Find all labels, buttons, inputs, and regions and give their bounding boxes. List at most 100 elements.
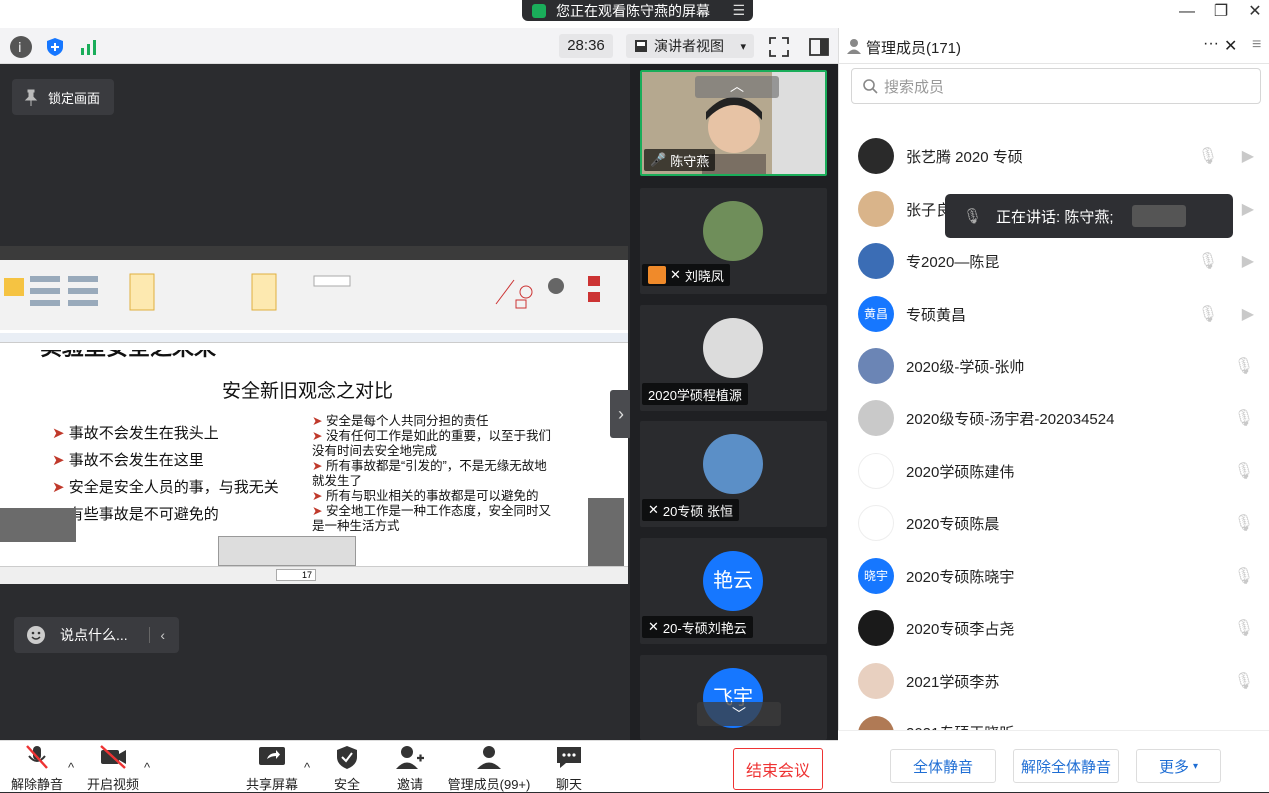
manage-members-label: 管理成员(99+) xyxy=(447,777,531,792)
emoji-icon[interactable] xyxy=(26,625,46,645)
member-avatar xyxy=(858,716,894,730)
scroll-down-icon[interactable]: ﹀ xyxy=(697,702,781,726)
mic-off-icon[interactable]: 🎙 xyxy=(1234,461,1254,481)
search-placeholder: 搜索成员 xyxy=(884,78,945,96)
signal-icon[interactable] xyxy=(78,36,100,58)
camera-off-icon[interactable]: ▶ xyxy=(1242,146,1254,166)
chat-input-pill[interactable]: 说点什么... ‹ xyxy=(14,617,179,653)
unmute-all-button[interactable]: 解除全体静音 xyxy=(1013,749,1119,783)
person-icon xyxy=(847,39,861,54)
search-icon xyxy=(863,79,878,94)
member-row[interactable]: 专2020—陈昆 🎙 ▶ xyxy=(858,241,1258,281)
member-row[interactable]: 2021专硕王晓昕 xyxy=(858,716,1258,730)
window-close-button[interactable]: ✕ xyxy=(1240,2,1269,22)
info-icon[interactable]: i xyxy=(10,36,32,58)
member-row[interactable]: 张艺腾 2020 专硕 🎙 ▶ xyxy=(858,136,1258,176)
lock-screen-button[interactable]: 锁定画面 xyxy=(12,79,114,115)
more-label: 更多 xyxy=(1158,758,1189,776)
security-button[interactable]: 安全 xyxy=(330,744,364,793)
menu-icon[interactable]: ☰ xyxy=(732,2,745,19)
end-meeting-button[interactable]: 结束会议 xyxy=(733,748,823,790)
more-icon[interactable]: ··· xyxy=(1203,35,1219,53)
mic-on-icon: 🎤 xyxy=(650,152,667,167)
member-row[interactable]: 2020级专硕-汤宇君-202034524 🎙 xyxy=(858,398,1258,438)
member-avatar xyxy=(858,453,894,489)
mic-off-icon: ✕ xyxy=(648,502,659,517)
camera-off-icon[interactable]: ▶ xyxy=(1242,199,1254,219)
fullscreen-icon[interactable] xyxy=(768,36,790,58)
mic-off-icon: 🎙 xyxy=(963,208,983,225)
member-name: 2021专硕王晓昕 xyxy=(906,722,1014,730)
mute-all-button[interactable]: 全体静音 xyxy=(890,749,996,783)
mic-off-icon: ✕ xyxy=(648,619,659,634)
member-row[interactable]: 2020专硕李占尧 🎙 xyxy=(858,608,1258,648)
chat-button[interactable]: 聊天 xyxy=(552,744,586,793)
panel-menu-icon[interactable]: ≡ xyxy=(1252,36,1261,54)
members-panel-header: 管理成员(171) ··· ✕ ≡ xyxy=(838,28,1269,64)
more-button[interactable]: 更多 ▾ xyxy=(1136,749,1221,783)
expand-panel-button[interactable]: › xyxy=(610,390,632,438)
restore-button[interactable]: ❐ xyxy=(1206,2,1236,22)
start-video-button[interactable]: 开启视频 xyxy=(84,744,142,793)
right-bullet: ➤ 安全是每个人共同分担的责任 xyxy=(312,414,489,428)
mic-off-icon[interactable]: 🎙 xyxy=(1234,618,1254,638)
member-row[interactable]: 黄昌 专硕黄昌 🎙 ▶ xyxy=(858,294,1258,334)
member-row[interactable]: 2020专硕陈晨 🎙 xyxy=(858,503,1258,543)
right-bullet: ➤ 所有与职业相关的事故都是可以避免的 xyxy=(312,489,539,503)
pin-icon xyxy=(24,89,38,106)
add-user-icon xyxy=(396,746,424,769)
minimize-button[interactable]: — xyxy=(1172,2,1202,22)
right-bullet: ➤ 没有任何工作是如此的重要，以至于我们没有时间去安全地完成 xyxy=(312,429,551,458)
member-avatar xyxy=(858,663,894,699)
chat-collapse-icon[interactable]: ‹ xyxy=(149,627,165,643)
left-bullet: ➤ 事故不会发生在我头上 xyxy=(52,425,219,442)
speaker-view-dropdown[interactable]: 演讲者视图 ▾ xyxy=(626,34,754,58)
member-row[interactable]: 2021学硕李苏 🎙 xyxy=(858,661,1258,701)
share-options-caret[interactable]: ^ xyxy=(304,760,310,775)
share-screen-button[interactable]: 共享屏幕 xyxy=(244,744,300,793)
shared-app-titlebar xyxy=(0,246,628,260)
mic-off-icon[interactable]: 🎙 xyxy=(1234,566,1254,586)
right-bullet: ➤ 安全地工作是一种工作态度，安全同时又是一种生活方式 xyxy=(312,504,551,533)
search-input[interactable]: 搜索成员 xyxy=(851,68,1261,104)
collapse-up-icon[interactable]: ︿ xyxy=(695,76,779,98)
mic-off-icon[interactable]: 🎙 xyxy=(1234,356,1254,376)
camera-off-icon[interactable]: ▶ xyxy=(1242,251,1254,271)
video-name-label: 🎤 陈守燕 xyxy=(644,149,716,171)
member-name: 2020级专硕-汤宇君-202034524 xyxy=(906,410,1115,428)
mic-off-icon xyxy=(26,745,48,769)
mic-off-icon[interactable]: 🎙 xyxy=(1234,513,1254,533)
mic-off-icon[interactable]: 🎙 xyxy=(1198,146,1218,166)
mic-off-icon: ✕ xyxy=(670,267,681,282)
mic-off-icon[interactable]: 🎙 xyxy=(1198,251,1218,271)
sidebar-toggle-icon[interactable] xyxy=(808,36,830,58)
member-row[interactable]: 2020学硕陈建伟 🎙 xyxy=(858,451,1258,491)
member-row[interactable]: 2020级-学硕-张帅 🎙 xyxy=(858,346,1258,386)
audio-options-caret[interactable]: ^ xyxy=(68,760,74,775)
shield-icon xyxy=(337,746,357,769)
member-avatar xyxy=(858,400,894,436)
member-avatar xyxy=(858,138,894,174)
panel-title: 管理成员(171) xyxy=(866,40,962,57)
chevron-down-icon: ▾ xyxy=(1192,760,1199,772)
mic-off-icon[interactable]: 🎙 xyxy=(1234,408,1254,428)
screen-share-banner[interactable]: 您正在观看陈守燕的屏幕 ☰ xyxy=(522,0,753,21)
start-video-label: 开启视频 xyxy=(86,777,139,792)
panel-close-icon[interactable]: ✕ xyxy=(1224,36,1237,56)
security-shield-icon[interactable] xyxy=(44,36,66,58)
svg-text:i: i xyxy=(18,41,22,56)
video-options-caret[interactable]: ^ xyxy=(144,760,150,775)
meeting-timer: 28:36 xyxy=(559,34,613,58)
participant-avatar xyxy=(703,318,763,378)
member-row[interactable]: 晓宇 2020专硕陈晓宇 🎙 xyxy=(858,556,1258,596)
invite-button[interactable]: 邀请 xyxy=(392,744,428,793)
unmute-button[interactable]: 解除静音 xyxy=(8,744,66,793)
member-avatar xyxy=(858,191,894,227)
member-name: 2020专硕李占尧 xyxy=(906,620,1015,638)
manage-members-button[interactable]: 管理成员(99+) xyxy=(446,744,532,793)
mic-off-icon[interactable]: 🎙 xyxy=(1234,671,1254,691)
mic-off-icon[interactable]: 🎙 xyxy=(1198,304,1218,324)
video-name-label: ✕ 20专硕 张恒 xyxy=(642,499,739,521)
right-bullet: ➤ 所有事故都是“引发的”，不是无缘无故地就发生了 xyxy=(312,459,547,488)
camera-off-icon[interactable]: ▶ xyxy=(1242,304,1254,324)
